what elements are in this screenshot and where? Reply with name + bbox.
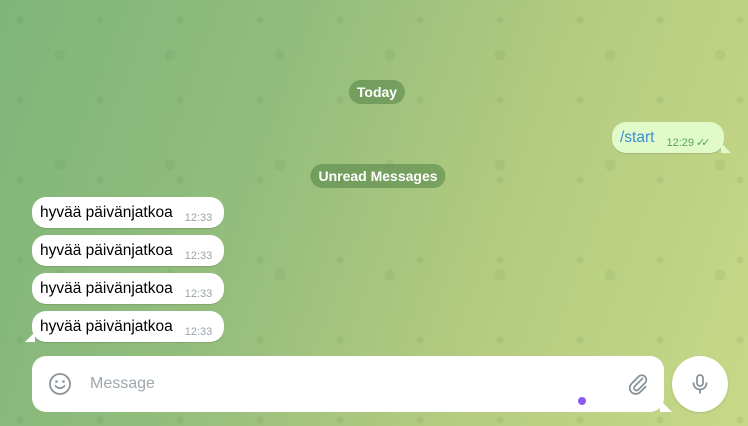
message-time: 12:33	[184, 325, 213, 338]
message-composer	[32, 356, 672, 412]
read-checkmarks-icon: ✓✓	[695, 137, 711, 149]
unread-separator: Unread Messages	[310, 164, 446, 188]
incoming-message[interactable]: hyvää päivänjatkoa 12:33	[32, 273, 224, 304]
message-time: 12:33	[184, 249, 213, 262]
message-text: hyvää päivänjatkoa	[40, 241, 173, 259]
message-text: hyvää päivänjatkoa	[40, 279, 173, 297]
message-text: hyvää päivänjatkoa	[40, 317, 173, 335]
message-time: 12:29	[666, 136, 694, 149]
paperclip-icon	[628, 374, 648, 395]
smile-icon	[49, 373, 71, 395]
message-time: 12:33	[184, 211, 213, 224]
incoming-message[interactable]: hyvää päivänjatkoa 12:33	[32, 235, 224, 266]
date-label: Today	[356, 84, 398, 100]
microphone-icon	[692, 374, 708, 394]
outgoing-message[interactable]: /start 12:29 ✓✓	[612, 122, 731, 153]
message-text: hyvää päivänjatkoa	[40, 203, 173, 221]
unread-label: Unread Messages	[318, 168, 438, 184]
voice-record-button[interactable]	[672, 356, 728, 412]
message-input[interactable]	[88, 374, 612, 394]
incoming-message[interactable]: hyvää päivänjatkoa 12:33	[32, 197, 224, 228]
message-time: 12:33	[184, 287, 213, 300]
emoji-button[interactable]	[32, 372, 88, 396]
typing-indicator-dot	[578, 397, 586, 405]
command-link[interactable]: /start	[620, 129, 654, 147]
date-separator: Today	[348, 80, 406, 104]
attach-button[interactable]	[612, 372, 664, 396]
incoming-message[interactable]: hyvää päivänjatkoa 12:33	[25, 311, 224, 342]
